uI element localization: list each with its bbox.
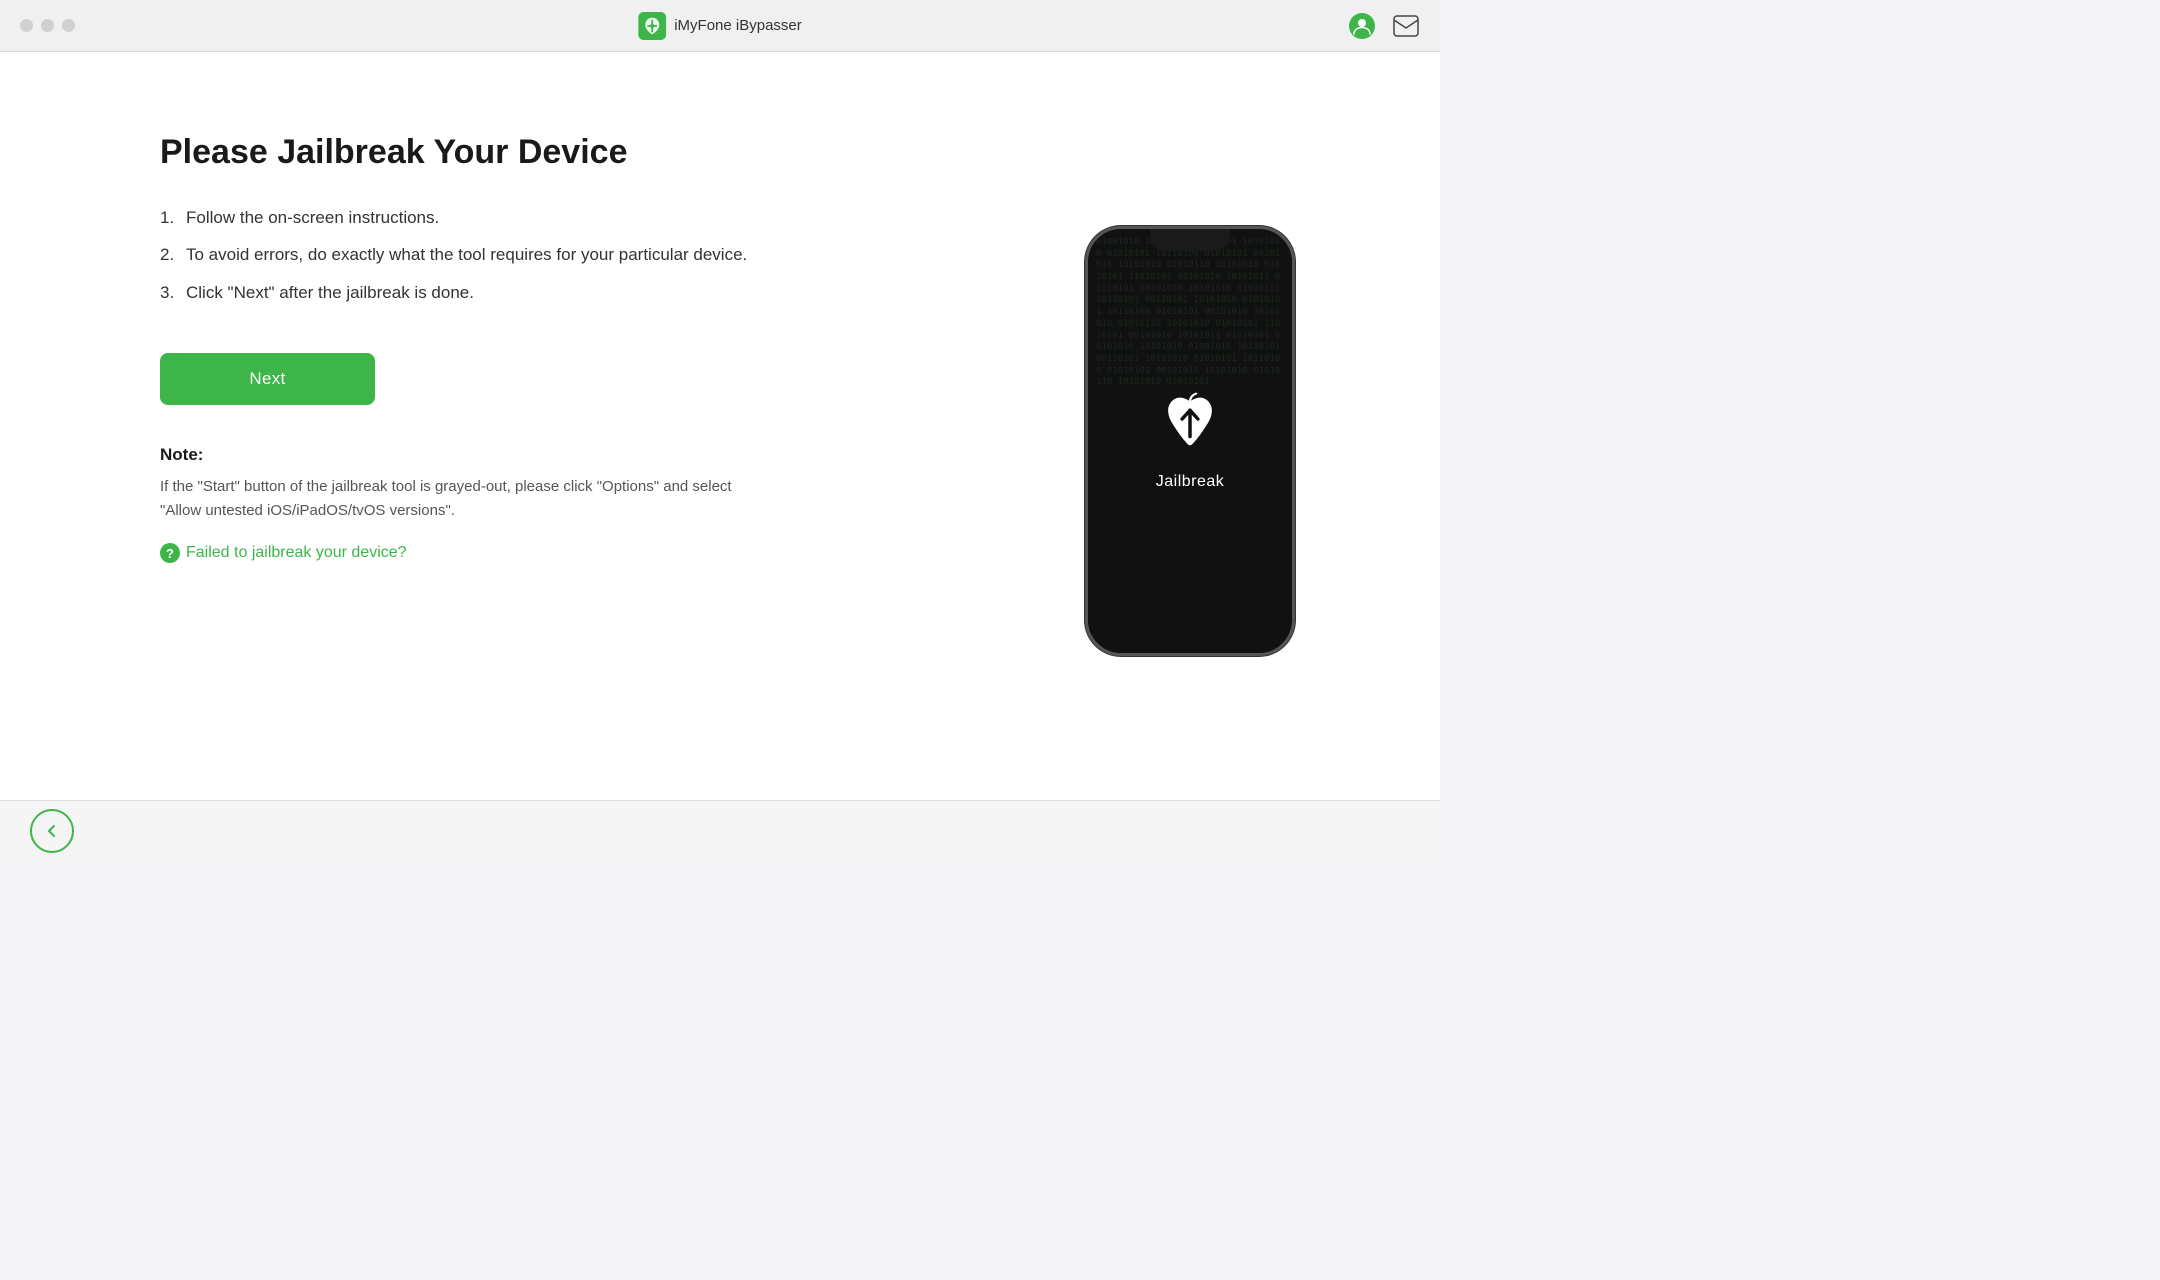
phone-side-btn-mute xyxy=(1085,319,1087,347)
instruction-text-2: To avoid errors, do exactly what the too… xyxy=(186,242,747,268)
failed-link-text: Failed to jailbreak your device? xyxy=(186,544,407,562)
phone-mockup: 01001010 10110101 00110101 10101010 0101… xyxy=(1085,226,1295,656)
phone-side-btn-vol-down xyxy=(1085,411,1087,455)
instruction-num-3: 3. xyxy=(160,280,180,306)
back-arrow-icon xyxy=(43,822,61,840)
jailbreak-content: Jailbreak xyxy=(1155,391,1225,491)
note-label: Note: xyxy=(160,445,980,465)
bottom-bar xyxy=(0,800,1440,860)
phone-screen: 01001010 10110101 00110101 10101010 0101… xyxy=(1088,229,1292,653)
instruction-num-2: 2. xyxy=(160,242,180,268)
titlebar-center: iMyFone iBypasser xyxy=(638,12,802,40)
user-icon[interactable] xyxy=(1348,12,1376,40)
instruction-item-1: 1. Follow the on-screen instructions. xyxy=(160,205,980,231)
titlebar: iMyFone iBypasser xyxy=(0,0,1440,52)
apple-jailbreak-icon xyxy=(1155,391,1225,461)
left-panel: Please Jailbreak Your Device 1. Follow t… xyxy=(160,112,980,760)
titlebar-actions xyxy=(1348,12,1420,40)
close-button[interactable] xyxy=(20,19,33,32)
phone-side-btn-vol-up xyxy=(1085,359,1087,403)
instruction-text-3: Click "Next" after the jailbreak is done… xyxy=(186,280,474,306)
instruction-num-1: 1. xyxy=(160,205,180,231)
traffic-lights xyxy=(20,19,75,32)
instruction-text-1: Follow the on-screen instructions. xyxy=(186,205,439,231)
app-logo-icon xyxy=(638,12,666,40)
minimize-button[interactable] xyxy=(41,19,54,32)
note-text: If the "Start" button of the jailbreak t… xyxy=(160,475,760,523)
instruction-item-2: 2. To avoid errors, do exactly what the … xyxy=(160,242,980,268)
phone-notch xyxy=(1150,229,1230,251)
app-title: iMyFone iBypasser xyxy=(674,17,802,34)
back-button[interactable] xyxy=(30,809,74,853)
failed-link[interactable]: ? Failed to jailbreak your device? xyxy=(160,543,980,563)
note-section: Note: If the "Start" button of the jailb… xyxy=(160,445,980,563)
jailbreak-label: Jailbreak xyxy=(1156,473,1225,491)
maximize-button[interactable] xyxy=(62,19,75,32)
instruction-item-3: 3. Click "Next" after the jailbreak is d… xyxy=(160,280,980,306)
mail-icon[interactable] xyxy=(1392,12,1420,40)
help-circle-icon: ? xyxy=(160,543,180,563)
page-heading: Please Jailbreak Your Device xyxy=(160,132,980,173)
next-button[interactable]: Next xyxy=(160,353,375,405)
right-panel: 01001010 10110101 00110101 10101010 0101… xyxy=(1020,112,1360,760)
phone-side-btn-power xyxy=(1293,369,1295,433)
instructions-list: 1. Follow the on-screen instructions. 2.… xyxy=(160,205,980,318)
main-content: Please Jailbreak Your Device 1. Follow t… xyxy=(0,52,1440,800)
